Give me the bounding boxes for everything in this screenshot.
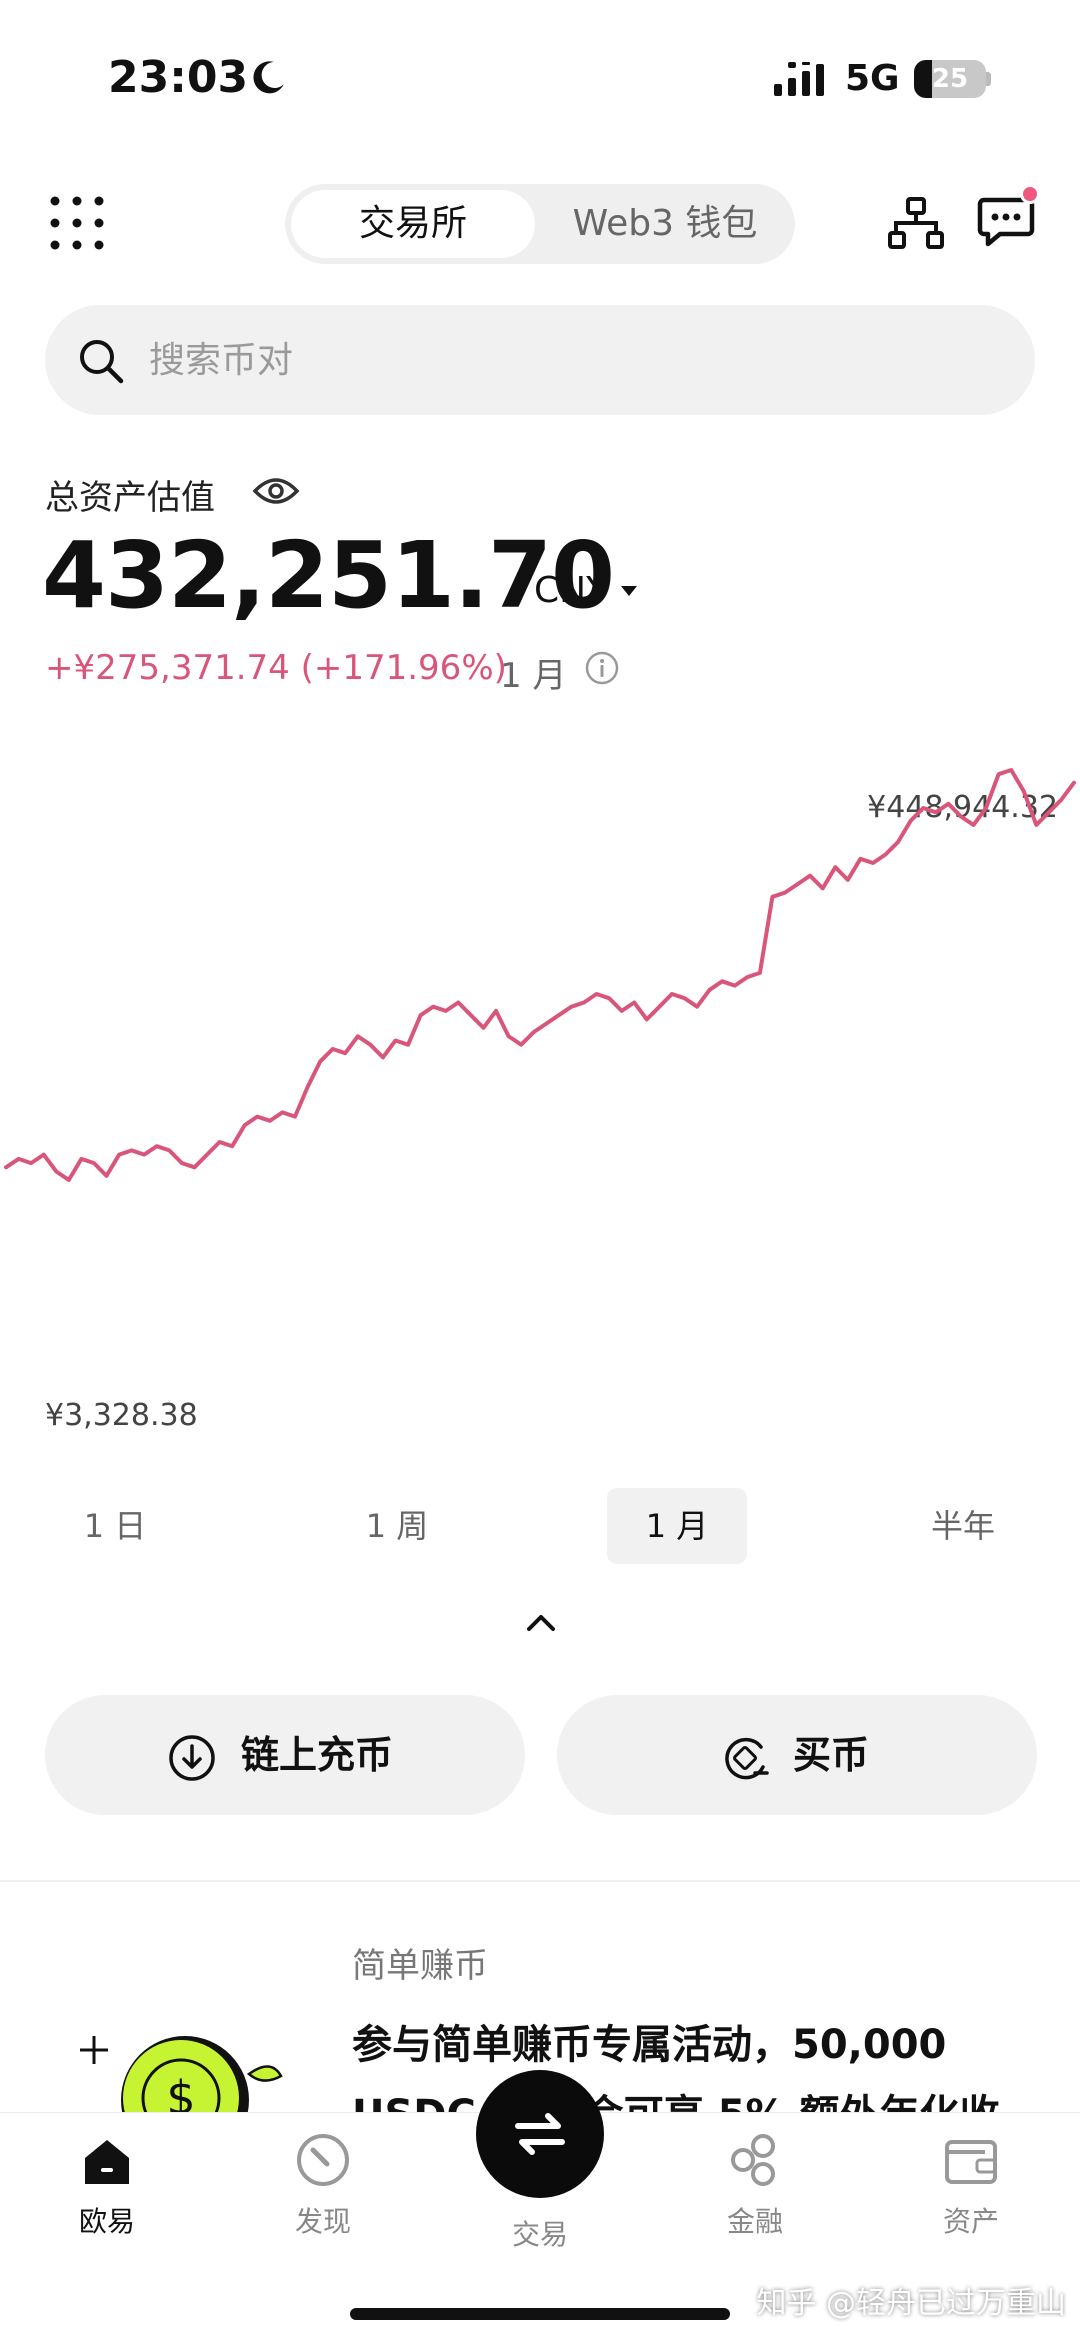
search-input[interactable]: [149, 305, 969, 415]
pnl-change: +¥275,371.74 (+171.96%): [45, 648, 507, 688]
tab-web3-wallet[interactable]: Web3 钱包: [541, 190, 789, 258]
pnl-period: 1 月: [500, 656, 567, 696]
tab-discover[interactable]: 发现: [263, 2130, 383, 2240]
promo-title: 简单赚币: [352, 1946, 488, 1986]
battery-tip: [986, 72, 991, 86]
buy-label: 买币: [793, 1733, 870, 1777]
watermark-text: 知乎 @轻舟已过万重山: [756, 2286, 1066, 2321]
tab-home[interactable]: 欧易: [47, 2130, 167, 2240]
promo-text-line-1[interactable]: 参与简单赚币专属活动，50,000: [352, 2012, 946, 2070]
discover-icon: [297, 2134, 349, 2186]
total-assets-label: 总资产估值: [45, 478, 215, 518]
eye-icon[interactable]: [252, 474, 300, 508]
deposit-label: 链上充币: [241, 1733, 394, 1777]
moon-icon: [253, 61, 284, 94]
range-1m[interactable]: 1 月: [607, 1488, 747, 1564]
coin-exchange-icon: [725, 1737, 769, 1780]
chevron-up-icon[interactable]: [526, 1612, 556, 1632]
signal-icon: [774, 62, 824, 96]
home-icon: [85, 2140, 129, 2184]
swap-icon: [515, 2113, 565, 2155]
notification-dot: [1020, 184, 1040, 204]
hierarchy-icon[interactable]: [888, 196, 944, 250]
total-assets-value: 432,251.70: [42, 522, 615, 629]
tab-trade-label: 交易: [511, 2218, 568, 2251]
section-divider: [0, 1880, 1080, 1882]
mode-switch: 交易所 Web3 钱包: [285, 184, 795, 264]
download-icon: [169, 1735, 215, 1781]
grid-menu-icon[interactable]: [50, 196, 104, 250]
search-icon: [80, 340, 124, 384]
network-type: 5G: [845, 58, 900, 99]
status-bar: 23:03 5G 25: [0, 0, 1080, 160]
finance-icon: [731, 2134, 775, 2186]
battery-icon: 25: [914, 60, 986, 98]
home-indicator[interactable]: [350, 2308, 730, 2320]
range-1w[interactable]: 1 周: [327, 1488, 467, 1564]
tab-discover-label: 发现: [294, 2205, 351, 2238]
wallet-icon: [945, 2140, 997, 2184]
tab-finance-label: 金融: [726, 2205, 783, 2238]
deposit-button[interactable]: 链上充币: [45, 1695, 525, 1815]
tab-exchange[interactable]: 交易所: [291, 190, 535, 258]
info-icon[interactable]: [584, 650, 620, 686]
caret-down-icon[interactable]: [620, 585, 638, 597]
battery-level: 25: [931, 64, 969, 94]
search-bar[interactable]: [45, 305, 1035, 415]
tab-home-label: 欧易: [78, 2205, 135, 2238]
tab-finance[interactable]: 金融: [695, 2130, 815, 2240]
chart-series-line: [4, 768, 1076, 1182]
chart-min-label: ¥3,328.38: [45, 1398, 198, 1433]
asset-line-chart: [4, 768, 1076, 1182]
tab-assets[interactable]: 资产: [911, 2130, 1031, 2240]
buy-button[interactable]: 买币: [557, 1695, 1037, 1815]
currency-selector[interactable]: CNY: [534, 570, 608, 611]
status-time: 23:03: [108, 52, 249, 103]
range-6m[interactable]: 半年: [893, 1488, 1033, 1564]
tab-assets-label: 资产: [942, 2205, 999, 2238]
range-1d[interactable]: 1 日: [45, 1488, 185, 1564]
trade-button[interactable]: [476, 2070, 604, 2198]
